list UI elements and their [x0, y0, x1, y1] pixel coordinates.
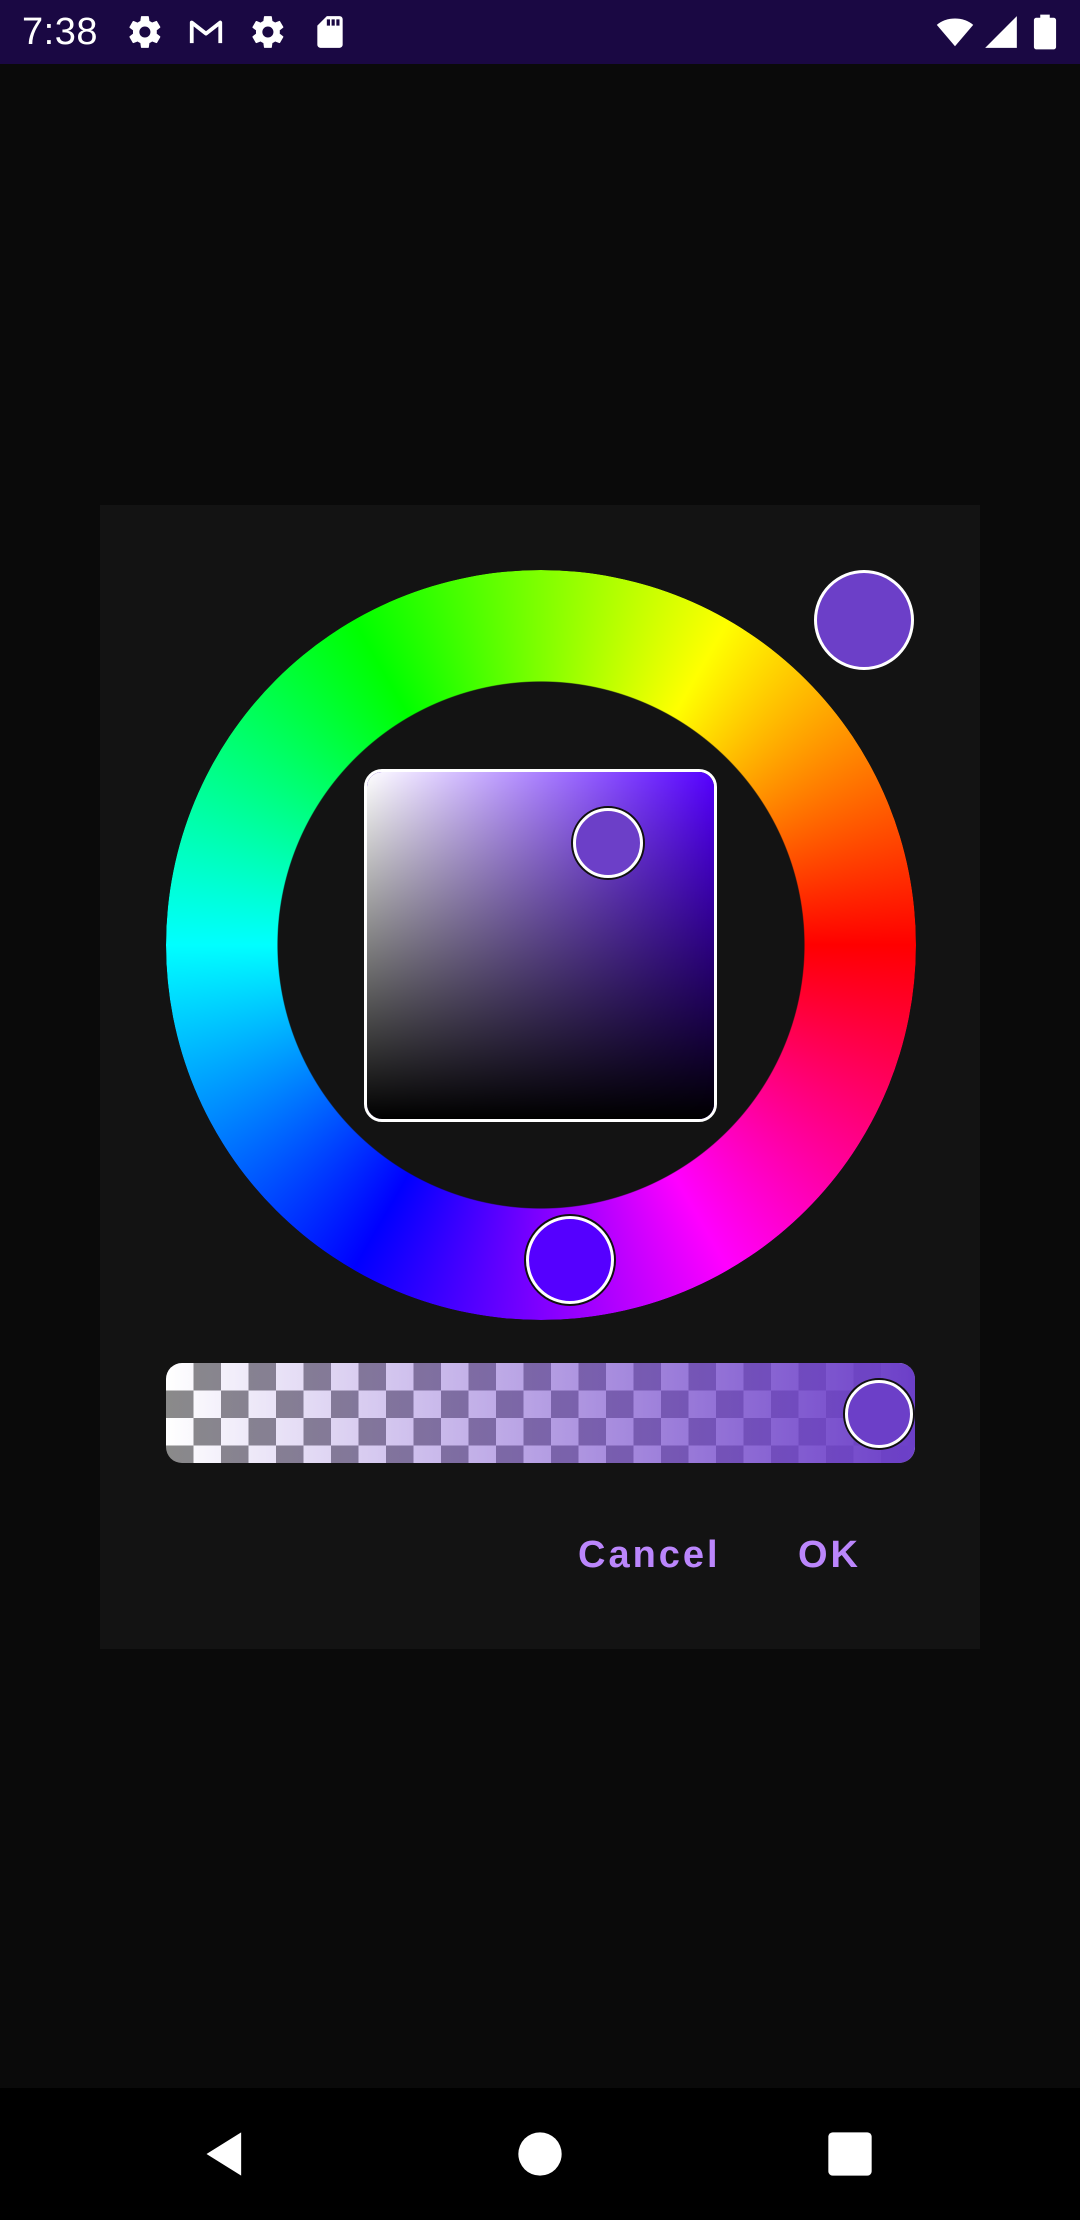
- status-bar: 7:38: [0, 0, 1080, 64]
- cellular-signal-icon: [982, 13, 1020, 51]
- settings-gear-icon: [126, 13, 164, 51]
- home-icon[interactable]: [514, 2128, 566, 2180]
- settings-gear-icon: [249, 13, 287, 51]
- color-preview-swatch: [814, 570, 914, 670]
- alpha-slider-knob[interactable]: [845, 1380, 913, 1448]
- status-time: 7:38: [22, 11, 98, 53]
- back-icon[interactable]: [200, 2128, 252, 2180]
- saturation-value-square[interactable]: [364, 769, 717, 1122]
- sd-card-icon: [311, 13, 349, 51]
- gmail-icon: [187, 13, 225, 51]
- wifi-icon: [934, 13, 976, 51]
- alpha-slider[interactable]: [166, 1363, 915, 1463]
- hue-selector-knob[interactable]: [526, 1216, 614, 1304]
- saturation-value-knob[interactable]: [573, 808, 643, 878]
- ok-button[interactable]: OK: [798, 1520, 861, 1590]
- battery-icon: [1030, 13, 1060, 51]
- color-picker-dialog: Cancel OK: [100, 505, 980, 1649]
- recents-icon[interactable]: [824, 2128, 876, 2180]
- sv-value-layer: [367, 772, 714, 1119]
- navigation-bar: [0, 2088, 1080, 2220]
- cancel-button[interactable]: Cancel: [578, 1520, 721, 1590]
- alpha-gradient: [166, 1363, 915, 1463]
